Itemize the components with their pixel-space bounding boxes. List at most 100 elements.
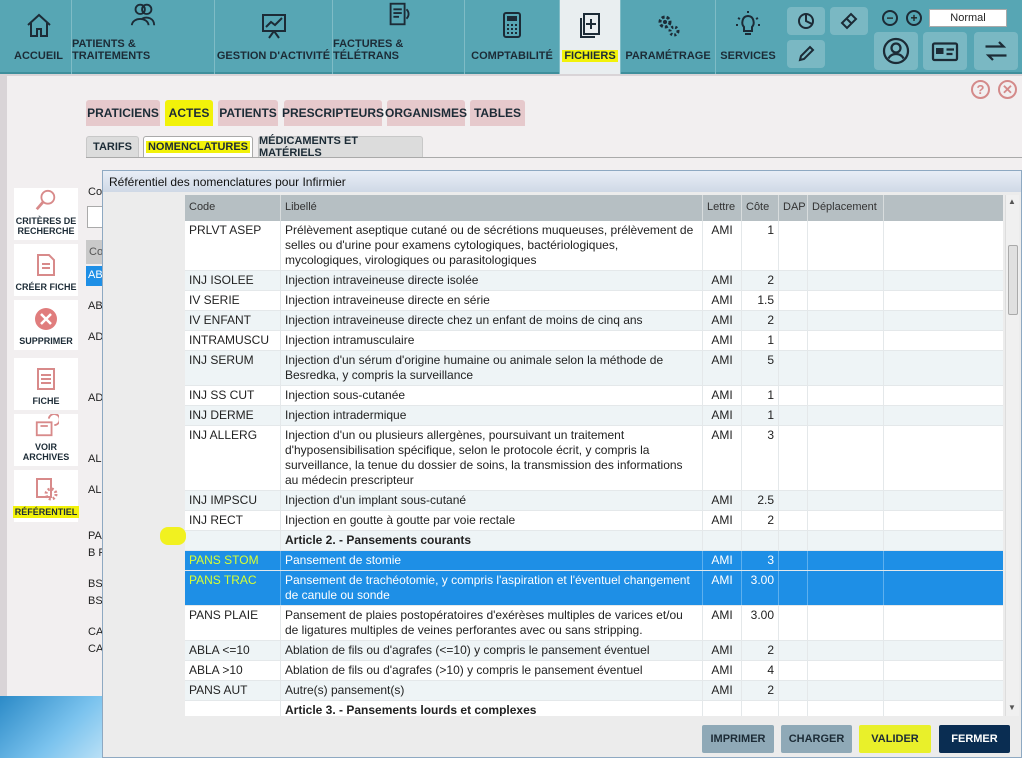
table-row[interactable]: INJ DERME Injection intradermique AMI 1: [185, 406, 1003, 426]
table-row[interactable]: IV ENFANT Injection intraveineuse directe…: [185, 311, 1003, 331]
table-row[interactable]: INJ SS CUT Injection sous-cutanée AMI 1: [185, 386, 1003, 406]
column-header-cote[interactable]: Côte: [742, 195, 779, 221]
nav-gestion[interactable]: GESTION D'ACTIVITÉ: [215, 0, 333, 74]
cell-dap: [779, 351, 808, 385]
user-profile-button[interactable]: [874, 32, 918, 70]
tab-patients[interactable]: PATIENTS: [218, 100, 278, 126]
background-row[interactable]: CA: [88, 643, 103, 655]
nav-parametrage[interactable]: PARAMÉTRAGE: [621, 0, 716, 74]
tab-nomenclatures[interactable]: NOMENCLATURES: [143, 136, 253, 158]
nav-factures[interactable]: FACTURES & TÉLÉTRANS: [333, 0, 465, 74]
background-row[interactable]: CA: [88, 626, 103, 638]
background-row[interactable]: AB: [88, 300, 103, 312]
zoom-out-button[interactable]: −: [882, 10, 898, 26]
background-row[interactable]: AL: [88, 484, 101, 496]
cell-lettre: AMI: [703, 386, 742, 405]
cell-lettre: AMI: [703, 271, 742, 290]
card-reader-button[interactable]: [923, 32, 967, 70]
cell-code: PANS STOM: [185, 551, 281, 570]
column-header-dap[interactable]: DAP: [779, 195, 808, 221]
table-row[interactable]: PANS AUT Autre(s) pansement(s) AMI 2: [185, 681, 1003, 701]
table-row[interactable]: INTRAMUSCU Injection intramusculaire AMI 1: [185, 331, 1003, 351]
nav-services[interactable]: SERVICES: [716, 0, 780, 74]
tab-actes[interactable]: ACTES: [165, 100, 213, 126]
tab-tables[interactable]: TABLES: [470, 100, 525, 126]
table-row[interactable]: INJ IMPSCU Injection d'un implant sous-cu…: [185, 491, 1003, 511]
column-header-deplacement[interactable]: Déplacement: [808, 195, 884, 221]
fermer-button[interactable]: FERMER: [939, 725, 1010, 753]
cell-dap: [779, 681, 808, 700]
scroll-thumb[interactable]: [1008, 245, 1018, 315]
nav-accueil[interactable]: ACCUEIL: [6, 0, 72, 74]
cell-libelle: Injection intramusculaire: [281, 331, 703, 350]
cell-dap: [779, 606, 808, 640]
dialog-title: Référentiel des nomenclatures pour Infir…: [103, 171, 1021, 192]
sidebar-fiche[interactable]: FICHE: [14, 358, 78, 410]
table-row[interactable]: PANS TRAC Pansement de trachéotomie, y co…: [185, 571, 1003, 606]
cell-libelle: Article 3. - Pansements lourds et comple…: [281, 701, 703, 716]
background-row[interactable]: AD: [88, 331, 103, 343]
tab-medicaments[interactable]: MÉDICAMENTS ET MATÉRIELS: [258, 135, 423, 159]
section-row[interactable]: Article 3. - Pansements lourds et comple…: [185, 701, 1003, 716]
cell-cote: 4: [742, 661, 779, 680]
background-row[interactable]: BS: [88, 595, 103, 607]
scroll-up-arrow[interactable]: ▲: [1008, 197, 1016, 206]
table-row[interactable]: ABLA >10 Ablation de fils ou d'agrafes (>…: [185, 661, 1003, 681]
column-header-libelle[interactable]: Libellé: [281, 195, 703, 221]
table-row[interactable]: IV SERIE Injection intraveineuse directe …: [185, 291, 1003, 311]
vertical-scrollbar[interactable]: ▲ ▼: [1005, 195, 1019, 716]
nav-patients[interactable]: PATIENTS & TRAITEMENTS: [72, 0, 215, 74]
sidebar-voir-archives[interactable]: VOIR ARCHIVES: [14, 414, 78, 466]
table-row[interactable]: INJ SERUM Injection d'un sérum d'origine …: [185, 351, 1003, 386]
column-header-lettre[interactable]: Lettre: [703, 195, 742, 221]
section-row[interactable]: Article 2. - Pansements courants: [185, 531, 1003, 551]
zoom-select[interactable]: Normal: [929, 9, 1007, 27]
imprimer-button[interactable]: IMPRIMER: [702, 725, 774, 753]
charger-button[interactable]: CHARGER: [781, 725, 852, 753]
tab-tarifs[interactable]: TARIFS: [86, 136, 139, 158]
help-button[interactable]: ?: [971, 80, 990, 99]
tab-praticiens[interactable]: PRATICIENS: [86, 100, 160, 126]
cell-deplacement: [808, 311, 884, 330]
background-search-field[interactable]: [87, 206, 103, 228]
background-selected-row[interactable]: AB: [86, 266, 103, 286]
edit-button[interactable]: [787, 40, 825, 68]
nav-fichiers[interactable]: FICHIERS: [560, 0, 621, 74]
sidebar-criteres[interactable]: CRITÈRES DE RECHERCHE: [14, 188, 78, 240]
table-row[interactable]: INJ ALLERG Injection d'un ou plusieurs al…: [185, 426, 1003, 491]
sidebar-supprimer[interactable]: SUPPRIMER: [14, 300, 78, 350]
table-row[interactable]: INJ RECT Injection en goutte à goutte par…: [185, 511, 1003, 531]
table-row[interactable]: INJ ISOLEE Injection intraveineuse direct…: [185, 271, 1003, 291]
cell-libelle: Ablation de fils ou d'agrafes (<=10) y c…: [281, 641, 703, 660]
background-label: Co: [88, 186, 103, 198]
tab-organismes[interactable]: ORGANISMES: [385, 100, 467, 126]
background-row[interactable]: AL: [88, 453, 101, 465]
sidebar-creer-fiche[interactable]: CRÉER FICHE: [14, 244, 78, 296]
ticket-button[interactable]: [830, 7, 868, 35]
pie-chart-button[interactable]: [787, 7, 825, 35]
scroll-down-arrow[interactable]: ▼: [1008, 703, 1016, 712]
cell-cote: [742, 701, 779, 716]
transfer-button[interactable]: [974, 32, 1018, 70]
table-row[interactable]: ABLA <=10 Ablation de fils ou d'agrafes (…: [185, 641, 1003, 661]
valider-button[interactable]: VALIDER: [859, 725, 931, 753]
cell-dap: [779, 531, 808, 550]
zoom-in-button[interactable]: +: [906, 10, 922, 26]
background-row[interactable]: PA: [88, 530, 102, 542]
column-header-code[interactable]: Code: [185, 195, 281, 221]
table-row[interactable]: PANS STOM Pansement de stomie AMI 3: [185, 551, 1003, 571]
gears-icon: [658, 15, 680, 37]
table-row[interactable]: PANS PLAIE Pansement de plaies postopérat…: [185, 606, 1003, 641]
sidebar-referentiel[interactable]: RÉFÉRENTIEL: [12, 470, 80, 522]
close-window-button[interactable]: ✕: [998, 80, 1017, 99]
tab-prescripteurs[interactable]: PRESCRIPTEURS: [282, 100, 384, 126]
background-row[interactable]: BS: [88, 578, 103, 590]
cell-cote: 1: [742, 221, 779, 270]
nav-comptabilite[interactable]: COMPTABILITÉ: [465, 0, 560, 74]
nav-label: FICHIERS: [562, 50, 618, 62]
cell-dap: [779, 311, 808, 330]
cell-code: ABLA >10: [185, 661, 281, 680]
cell-dap: [779, 641, 808, 660]
table-row[interactable]: PRLVT ASEP Prélèvement aseptique cutané o…: [185, 221, 1003, 271]
background-row[interactable]: AD: [88, 392, 103, 404]
